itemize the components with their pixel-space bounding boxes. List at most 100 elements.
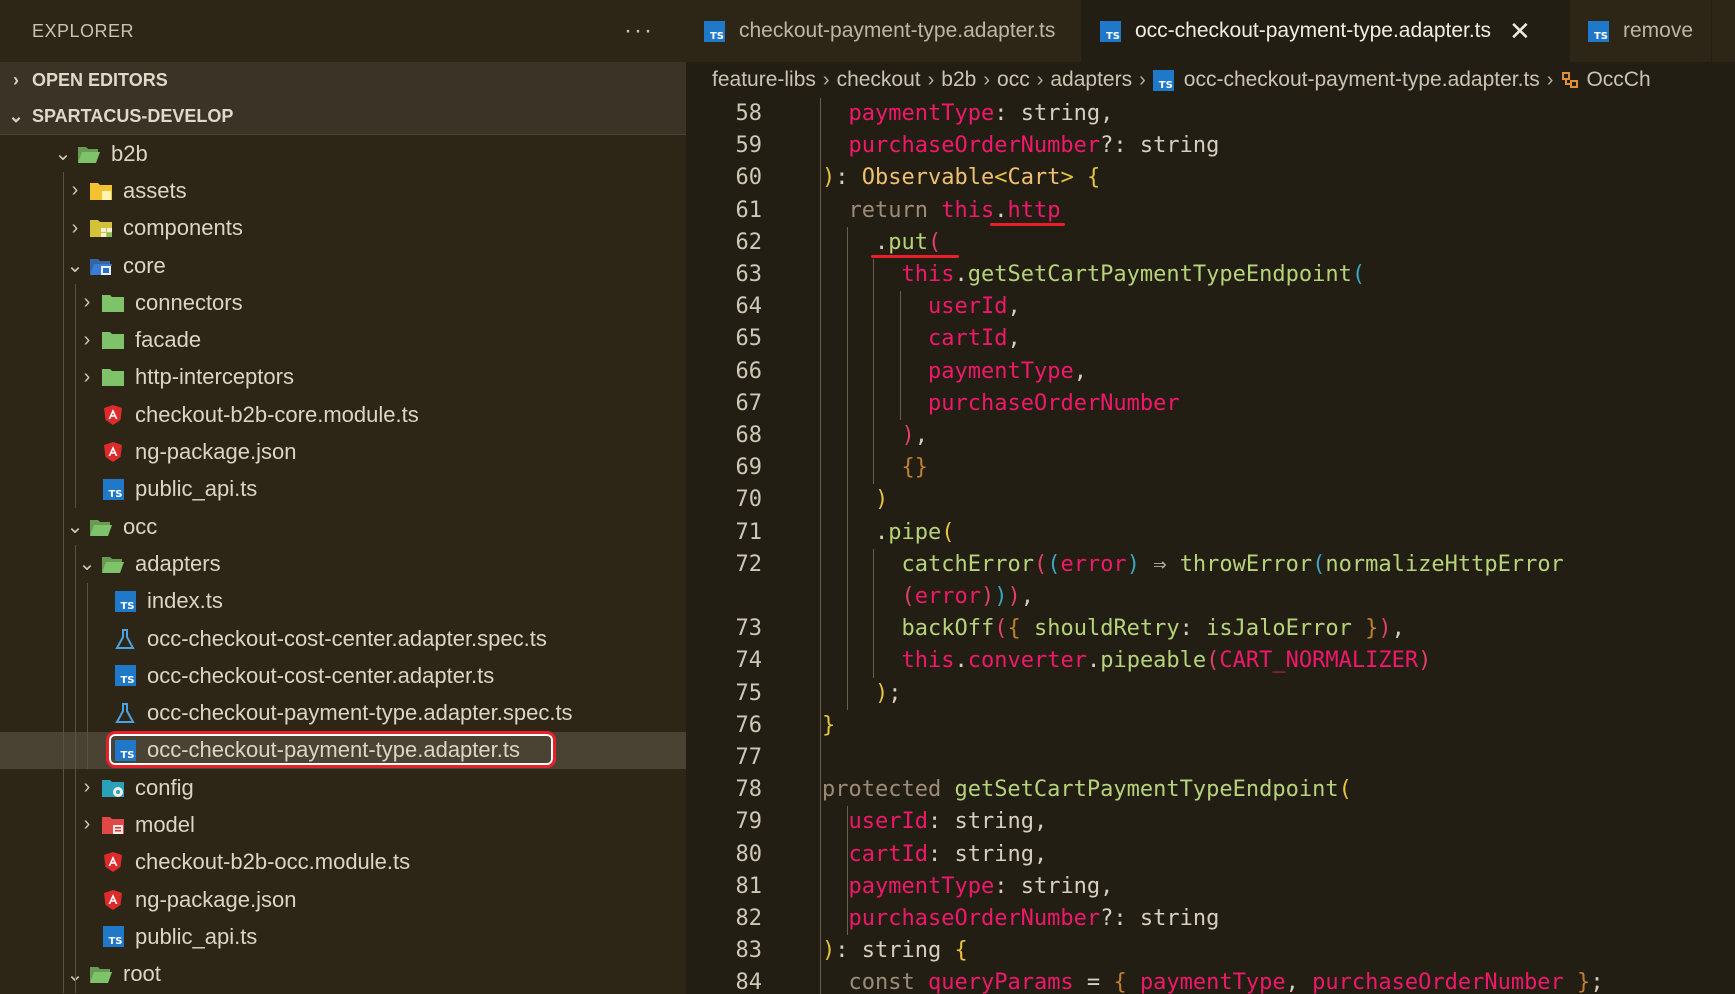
tree-item-config[interactable]: › config bbox=[0, 769, 686, 806]
close-icon[interactable]: ✕ bbox=[1509, 16, 1531, 47]
line-number: 66 bbox=[735, 358, 763, 384]
code-line[interactable]: const queryParams = { paymentType, purch… bbox=[849, 967, 1604, 994]
components-folder-icon bbox=[88, 216, 114, 240]
breadcrumb-item[interactable]: OccCh bbox=[1586, 68, 1650, 92]
open-editors-section[interactable]: › OPEN EDITORS bbox=[0, 62, 686, 98]
code-token: {} bbox=[901, 455, 929, 481]
workspace-section[interactable]: ⌄ SPARTACUS-DEVELOP bbox=[0, 98, 686, 135]
tab-label: occ-checkout-payment-type.adapter.ts bbox=[1135, 19, 1492, 42]
tree-item-occ-checkout-cost-center-adapter-spec-ts[interactable]: occ-checkout-cost-center.adapter.spec.ts bbox=[0, 620, 686, 657]
code-token: put bbox=[888, 229, 928, 255]
indent-guide bbox=[75, 284, 76, 508]
code-line[interactable]: ): Observable<Cart> { bbox=[822, 162, 1100, 194]
code-line[interactable]: backOff({ shouldRetry: isJaloError }), bbox=[902, 613, 1405, 645]
code-token: string, bbox=[954, 809, 1048, 835]
tree-item-label: occ-checkout-cost-center.adapter.ts bbox=[147, 662, 495, 688]
code-line[interactable]: ): string { bbox=[822, 935, 968, 967]
code-line[interactable]: purchaseOrderNumber bbox=[928, 388, 1180, 420]
code-line[interactable]: this.getSetCartPaymentTypeEndpoint( bbox=[902, 259, 1366, 291]
tree-item-ng-package-json[interactable]: ng-package.json bbox=[0, 433, 686, 470]
code-token: ?: bbox=[1100, 906, 1140, 931]
chevron-right-icon: › bbox=[71, 216, 79, 239]
tree-item-public-api-ts[interactable]: TS public_api.ts bbox=[0, 471, 686, 508]
tree-item-core[interactable]: ⌄ core bbox=[0, 247, 686, 284]
tree-item-model[interactable]: › model bbox=[0, 806, 686, 843]
breadcrumb-item[interactable]: occ-checkout-payment-type.adapter.ts bbox=[1184, 68, 1540, 92]
breadcrumb-item[interactable]: adapters bbox=[1050, 68, 1132, 92]
tree-item-index-ts[interactable]: TS index.ts bbox=[0, 583, 686, 620]
tree-item-occ-checkout-payment-type-adapter-spec-ts[interactable]: occ-checkout-payment-type.adapter.spec.t… bbox=[0, 694, 686, 731]
code-line[interactable]: paymentType: string, bbox=[849, 871, 1114, 903]
tree-item-label: model bbox=[135, 811, 195, 837]
code-line[interactable]: protected getSetCartPaymentTypeEndpoint( bbox=[822, 774, 1352, 806]
code-line[interactable]: catchError((error) ⇒ throwError(normaliz… bbox=[902, 549, 1564, 581]
code-token: , bbox=[1285, 970, 1313, 994]
breadcrumb-item[interactable]: checkout bbox=[837, 68, 921, 92]
tree-item-root[interactable]: ⌄ root bbox=[0, 956, 686, 993]
code-line[interactable]: } bbox=[822, 710, 835, 742]
tree-item-ng-package-json[interactable]: ng-package.json bbox=[0, 881, 686, 918]
line-number: 71 bbox=[735, 519, 763, 545]
tab[interactable]: TS checkout-payment-type.adapter.ts bbox=[686, 0, 1082, 62]
code-area[interactable]: 58 paymentType: string, 59 purchaseOrderNum… bbox=[686, 98, 1735, 994]
code-line[interactable]: ); bbox=[875, 678, 902, 710]
tree-item-label: ng-package.json bbox=[135, 886, 297, 912]
code-line[interactable]: purchaseOrderNumber?: string bbox=[849, 130, 1220, 162]
tab-active[interactable]: TS occ-checkout-payment-type.adapter.ts ✕ bbox=[1082, 0, 1570, 62]
typescript-file-icon: TS bbox=[1588, 20, 1623, 42]
indent-guide bbox=[846, 226, 848, 710]
tree-item-facade[interactable]: › facade bbox=[0, 321, 686, 358]
tree-item-label: occ-checkout-payment-type.adapter.ts bbox=[147, 737, 520, 763]
code-token: . bbox=[994, 197, 1008, 223]
tree-item-label: checkout-b2b-core.module.ts bbox=[135, 401, 419, 427]
tree-item-label: assets bbox=[123, 177, 187, 203]
tree-item-connectors[interactable]: › connectors bbox=[0, 284, 686, 321]
tree-item-components[interactable]: › components bbox=[0, 210, 686, 247]
code-line[interactable]: this.converter.pipeable(CART_NORMALIZER) bbox=[902, 645, 1432, 677]
code-line[interactable]: purchaseOrderNumber?: string bbox=[849, 903, 1220, 935]
line-number: 78 bbox=[735, 777, 763, 803]
chevron-right-icon: › bbox=[1036, 68, 1044, 91]
code-token: catchError bbox=[901, 551, 1034, 577]
code-line[interactable]: ) bbox=[875, 484, 888, 516]
folder-open-icon bbox=[76, 142, 102, 166]
line-number: 59 bbox=[735, 133, 763, 159]
line-number: 67 bbox=[735, 390, 763, 416]
tree-item-adapters[interactable]: ⌄ adapters bbox=[0, 545, 686, 582]
tree-item-assets[interactable]: › assets bbox=[0, 172, 686, 209]
code-token: this bbox=[901, 648, 955, 674]
code-line[interactable]: (error))), bbox=[902, 581, 1034, 613]
chevron-right-icon: › bbox=[83, 328, 91, 351]
breadcrumb-item[interactable]: b2b bbox=[941, 68, 976, 92]
code-line[interactable]: userId, bbox=[928, 291, 1021, 323]
chevron-down-icon: ⌄ bbox=[66, 516, 84, 539]
tree-item-checkout-b2b-core-module-ts[interactable]: checkout-b2b-core.module.ts bbox=[0, 396, 686, 433]
tree-item-occ-checkout-cost-center-adapter-ts[interactable]: TS occ-checkout-cost-center.adapter.ts bbox=[0, 657, 686, 694]
tab[interactable]: TS remove bbox=[1570, 0, 1713, 62]
file-tree: ⌄ b2b › assets › components ⌄ core › connectors › f… bbox=[0, 135, 686, 993]
more-actions-icon[interactable]: ··· bbox=[624, 17, 654, 45]
tree-item-occ[interactable]: ⌄ occ bbox=[0, 508, 686, 545]
code-token: , bbox=[1391, 616, 1405, 642]
tree-item-checkout-b2b-occ-module-ts[interactable]: checkout-b2b-occ.module.ts bbox=[0, 844, 686, 881]
code-line[interactable]: .put( bbox=[875, 227, 941, 259]
code-line[interactable]: userId: string, bbox=[849, 806, 1048, 838]
code-line[interactable]: paymentType, bbox=[928, 356, 1087, 388]
breadcrumb-item[interactable]: occ bbox=[997, 68, 1030, 92]
code-token: ) bbox=[1126, 551, 1140, 577]
code-line[interactable]: .pipe( bbox=[875, 517, 954, 549]
tree-item-occ-checkout-payment-type-adapter-ts[interactable]: TS occ-checkout-payment-type.adapter.ts bbox=[0, 730, 686, 770]
line-number: 63 bbox=[735, 262, 763, 287]
line-number: 81 bbox=[735, 873, 763, 899]
code-line[interactable]: ), bbox=[902, 420, 929, 452]
code-line[interactable]: cartId, bbox=[928, 323, 1021, 355]
breadcrumb-item[interactable]: feature-libs bbox=[712, 68, 816, 92]
code-line[interactable]: paymentType: string, bbox=[849, 98, 1114, 130]
code-line[interactable]: return this.http bbox=[849, 195, 1061, 227]
code-line[interactable]: cartId: string, bbox=[849, 839, 1048, 871]
tree-item-b2b[interactable]: ⌄ b2b bbox=[0, 135, 686, 172]
tree-item-http-interceptors[interactable]: › http-interceptors bbox=[0, 359, 686, 396]
tree-item-public-api-ts[interactable]: TS public_api.ts bbox=[0, 918, 686, 955]
annotation-underline bbox=[871, 255, 959, 258]
code-line[interactable]: {} bbox=[902, 452, 929, 484]
